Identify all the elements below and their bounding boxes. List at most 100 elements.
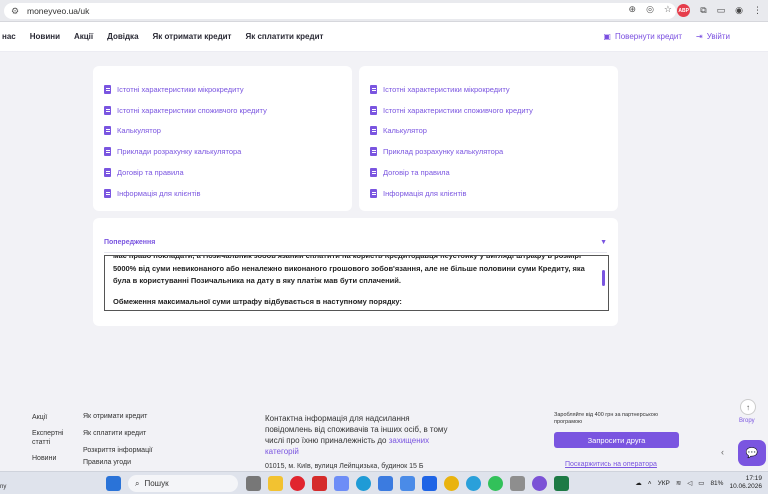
profile-icon[interactable]: ◉	[735, 5, 743, 16]
app-icon[interactable]	[400, 476, 415, 491]
task-view-icon[interactable]	[246, 476, 261, 491]
document-icon	[370, 84, 377, 94]
volume-icon[interactable]: ◁	[687, 479, 692, 487]
opera-icon[interactable]	[290, 476, 305, 491]
footer-link-expert-articles[interactable]: Експертні статті	[32, 429, 70, 447]
nav-about[interactable]: нас	[2, 32, 16, 41]
windows-taskbar: ny ⌕ Пошук ☁ ˄ УКР ≋ ◁ ▭ 81% 17:19 10.06…	[0, 471, 768, 494]
documents-card-left: Істотні характеристики мікрокредиту Істо…	[93, 66, 352, 211]
bookmark-star-icon[interactable]: ☆	[664, 4, 672, 15]
doc-link[interactable]: Калькулятор	[370, 121, 618, 142]
document-icon	[370, 147, 377, 157]
partner-promo-text: Заробляйте від 400 грн за партнерською п…	[554, 412, 658, 425]
clock[interactable]: 17:19 10.06.2026	[729, 475, 762, 491]
telegram-icon[interactable]	[466, 476, 481, 491]
eye-off-icon[interactable]: ◎	[646, 4, 654, 15]
chevron-left-icon[interactable]: ‹	[721, 447, 724, 457]
nav-how-to-get-credit[interactable]: Як отримати кредит	[153, 32, 232, 41]
site-info-icon[interactable]: ⚙	[11, 6, 21, 16]
warning-text-box[interactable]: має право покладати, а Позичальник зобов…	[104, 255, 609, 311]
menu-icon[interactable]: ⋮	[753, 5, 762, 16]
doc-link[interactable]: Приклади розрахунку калькулятора	[104, 141, 352, 162]
wallet-icon: ▣	[603, 32, 611, 41]
url-text[interactable]: moneyveo.ua/uk	[27, 6, 89, 16]
doc-link[interactable]: Інформація для клієнтів	[104, 183, 352, 204]
footer-link-disclosure[interactable]: Розкриття інформації	[83, 447, 153, 454]
footer-link-pay-credit[interactable]: Як сплатити кредит	[83, 430, 153, 437]
scroll-up-icon[interactable]: ↑	[740, 399, 756, 415]
battery-level: 81%	[710, 479, 724, 487]
language-indicator[interactable]: УКР	[658, 480, 670, 487]
document-icon	[104, 126, 111, 136]
caret-down-icon[interactable]: ▼	[600, 239, 607, 246]
doc-link[interactable]: Істотні характеристики мікрокредиту	[104, 79, 352, 100]
app-icon[interactable]	[510, 476, 525, 491]
document-icon	[370, 126, 377, 136]
nav-how-to-pay-credit[interactable]: Як сплатити кредит	[245, 32, 323, 41]
extensions-icon[interactable]: ⧉	[700, 5, 706, 16]
excel-icon[interactable]	[554, 476, 569, 491]
document-icon	[370, 168, 377, 178]
contact-info: Контактна інформація для надсилання пові…	[265, 414, 448, 456]
footer-link-promotions[interactable]: Акції	[32, 413, 70, 422]
nav-news[interactable]: Новини	[30, 32, 60, 41]
doc-link[interactable]: Істотні характеристики споживчого кредит…	[370, 100, 618, 121]
address: 01015, м. Київ, вулиця Лейпцизька, будин…	[265, 463, 424, 470]
chat-icon[interactable]: 💬	[738, 440, 766, 466]
zoom-icon[interactable]: ⊕	[629, 4, 637, 15]
complain-link[interactable]: Поскаржитись на оператора	[565, 461, 657, 468]
doc-link[interactable]: Приклад розрахунку калькулятора	[370, 141, 618, 162]
viber-icon[interactable]	[532, 476, 547, 491]
return-credit-link[interactable]: ▣ Повернути кредит	[603, 32, 682, 41]
app-l-icon[interactable]	[312, 476, 327, 491]
browser-toolbar: ⚙ moneyveo.ua/uk ⊕ ◎ ☆ ABP ⧉ ▭ ◉ ⋮	[0, 0, 768, 22]
doc-link[interactable]: Договір та правила	[370, 162, 618, 183]
nav-help[interactable]: Довідка	[107, 32, 138, 41]
doc-link[interactable]: Істотні характеристики мікрокредиту	[370, 79, 618, 100]
cloud-icon[interactable]: ☁	[635, 479, 642, 487]
footer: Акції Експертні статті Новини Як отримат…	[0, 405, 768, 471]
taskbar-search[interactable]: ⌕ Пошук	[128, 475, 238, 492]
warning-toggle[interactable]: Попередження	[104, 239, 155, 246]
document-icon	[104, 84, 111, 94]
doc-link[interactable]: Калькулятор	[104, 121, 352, 142]
document-icon	[104, 188, 111, 198]
adblock-extension-icon[interactable]: ABP	[677, 4, 691, 17]
site-navigation: нас Новини Акції Довідка Як отримати кре…	[0, 22, 768, 52]
document-icon	[104, 168, 111, 178]
sidepanel-icon[interactable]: ▭	[717, 5, 726, 16]
address-bar[interactable]: ⚙ moneyveo.ua/uk	[4, 3, 676, 19]
wifi-icon[interactable]: ≋	[676, 479, 681, 487]
doc-link[interactable]: Істотні характеристики споживчого кредит…	[104, 100, 352, 121]
login-icon: ⇥	[696, 32, 703, 41]
divider	[104, 252, 607, 253]
footer-link-news[interactable]: Новини	[32, 454, 70, 463]
taskbar-weather-text: ny	[0, 484, 7, 490]
document-icon	[104, 105, 111, 115]
whatsapp-icon[interactable]	[488, 476, 503, 491]
doc-link[interactable]: Інформація для клієнтів	[370, 183, 618, 204]
copilot-icon[interactable]	[334, 476, 349, 491]
invite-friend-button[interactable]: Запросити друга	[554, 432, 679, 448]
document-icon	[104, 147, 111, 157]
nav-promotions[interactable]: Акції	[74, 32, 93, 41]
chevron-up-icon[interactable]: ˄	[648, 480, 652, 487]
footer-link-get-credit[interactable]: Як отримати кредит	[83, 413, 153, 420]
document-icon	[370, 188, 377, 198]
dropbox-icon[interactable]	[422, 476, 437, 491]
warning-paragraph: Обмеження максимальної суми штрафу відбу…	[113, 296, 402, 306]
windows-start-icon[interactable]	[106, 476, 121, 491]
doc-link[interactable]: Договір та правила	[104, 162, 352, 183]
scrollbar-thumb[interactable]	[602, 270, 605, 286]
chrome-icon[interactable]	[444, 476, 459, 491]
footer-link-rules[interactable]: Правила угоди	[83, 459, 153, 466]
scroll-up-label[interactable]: Вгору	[739, 418, 755, 424]
store-icon[interactable]	[378, 476, 393, 491]
warning-card: Попередження ▼ має право покладати, а По…	[93, 218, 618, 326]
edge-icon[interactable]	[356, 476, 371, 491]
login-link[interactable]: ⇥ Увійти	[696, 32, 730, 41]
search-icon: ⌕	[135, 478, 140, 488]
battery-icon[interactable]: ▭	[698, 479, 704, 487]
warning-paragraph: має право покладати, а Позичальник зобов…	[113, 255, 585, 285]
file-explorer-icon[interactable]	[268, 476, 283, 491]
